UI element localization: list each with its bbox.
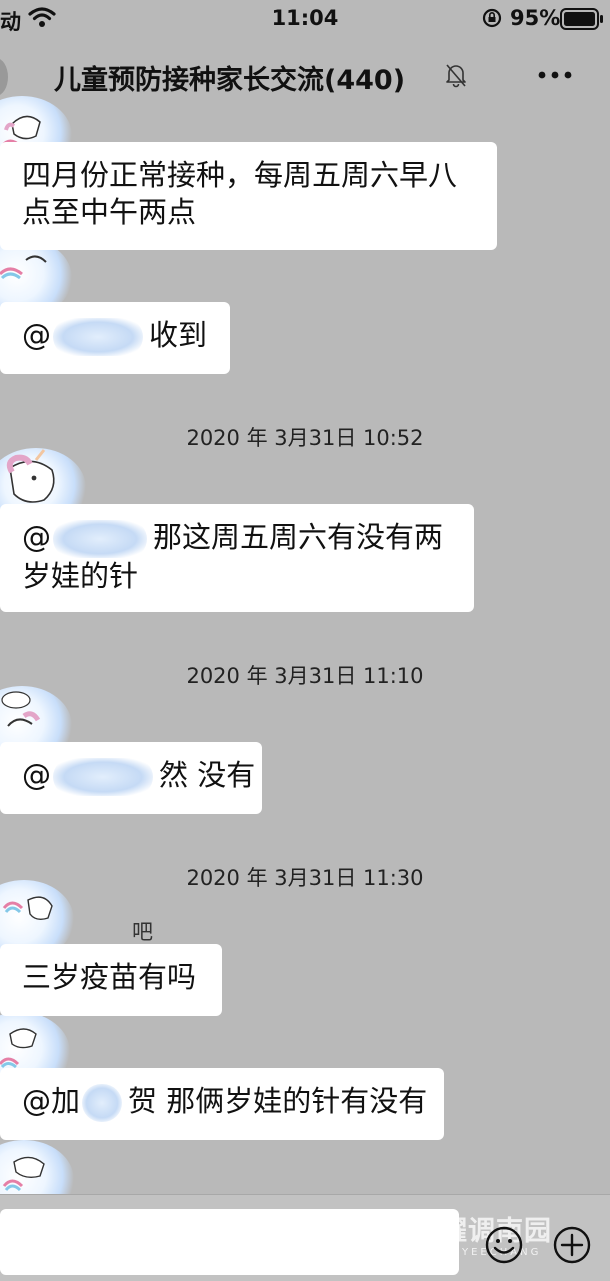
message-text: 点至中午两点 [22,195,197,229]
rotation-lock-icon [482,8,502,28]
message-bubble[interactable]: 三岁疫苗有吗 [0,944,222,1016]
message-text: 贺 那俩岁娃的针有没有 [128,1084,428,1118]
chat-header: 儿童预防接种家长交流(440) [0,36,610,112]
mention-prefix: @ [22,318,51,352]
message-text: 四月份正常接种，每周五周六早八 [22,158,458,192]
message-text: 三岁疫苗有吗 [22,960,197,994]
message-bubble[interactable]: @ 那这周五周六有没有两 岁娃的针 [0,504,474,612]
message-text: 岁娃的针 [22,559,139,593]
blurred-mention-name [53,318,143,356]
mention-prefix: @ [22,520,51,554]
sender-name: 吧 [132,920,153,944]
message-input[interactable] [0,1209,459,1275]
message-bubble[interactable]: @加 贺 那俩岁娃的针有没有 [0,1068,444,1140]
input-bar: 耀调南园 YEECHANG [0,1194,610,1281]
battery-icon [560,8,603,30]
message-text: 那这周五周六有没有两 [153,520,444,554]
more-icon[interactable] [536,60,574,90]
emoji-icon[interactable] [484,1225,524,1265]
message-bubble[interactable]: @ 收到 [0,302,230,374]
chat-title: 儿童预防接种家长交流(440) [54,65,406,96]
timestamp: 2020 年 3月31日 11:30 [186,866,424,890]
message-bubble[interactable]: @ 然 没有 [0,742,262,814]
battery-percentage: 95% [510,6,561,30]
status-bar: 动 11:04 95% [0,0,610,36]
message-bubble[interactable]: 四月份正常接种，每周五周六早八 点至中午两点 [0,142,497,250]
blurred-mention-name [53,758,153,796]
back-button[interactable] [0,58,8,96]
mute-bell-icon [446,64,466,88]
mention-prefix: @ [22,758,51,792]
message-text: 然 没有 [159,758,256,792]
message-text: 收到 [149,318,208,352]
timestamp: 2020 年 3月31日 11:10 [186,664,424,688]
add-icon[interactable] [552,1225,592,1265]
blurred-mention-name [53,520,147,558]
timestamp: 2020 年 3月31日 10:52 [186,426,424,450]
mention-prefix: @加 [22,1084,81,1118]
blurred-mention-name [82,1084,123,1122]
